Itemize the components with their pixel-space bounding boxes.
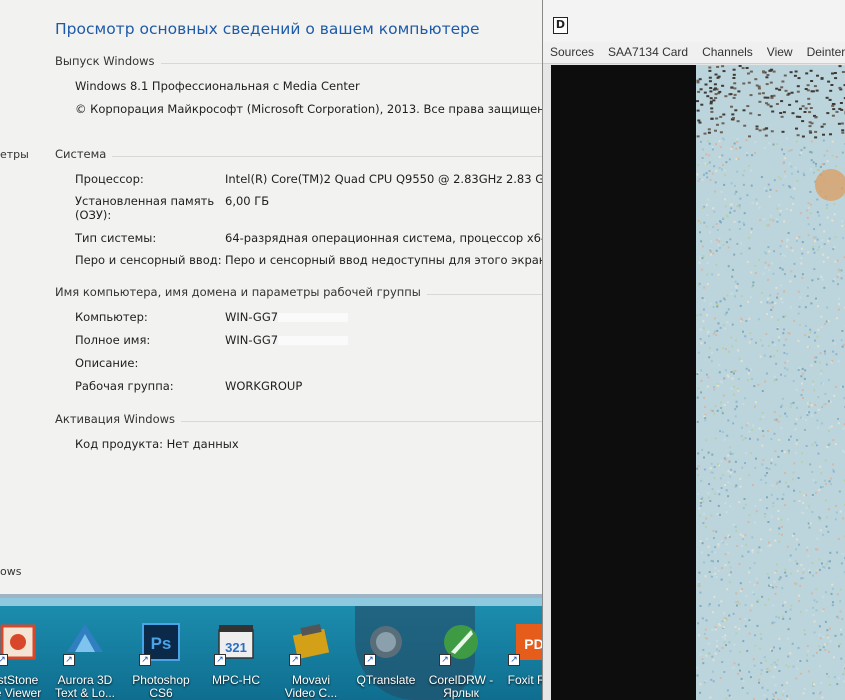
desktop-shortcut-mpc-hc[interactable]: 321 ↗ MPC-HC <box>198 622 274 700</box>
row-label: Компьютер: <box>75 310 148 324</box>
row-value: WIN-GG7 <box>225 333 349 347</box>
row-label: Установленная память (ОЗУ): <box>75 194 215 222</box>
mpc-hc-icon: 321 ↗ <box>214 622 256 666</box>
page-title: Просмотр основных сведений о вашем компь… <box>55 20 480 38</box>
svg-text:PD: PD <box>524 636 542 652</box>
desktop-shortcut-movavi[interactable]: ↗ Movavi Video C... <box>273 622 349 700</box>
section-title: Имя компьютера, имя домена и параметры р… <box>55 285 427 299</box>
row-label: Тип системы: <box>75 231 157 245</box>
row-label: Рабочая группа: <box>75 379 174 393</box>
video-noise <box>696 65 845 700</box>
movavi-icon: ↗ <box>289 622 331 666</box>
row-value: Intel(R) Core(TM)2 Quad CPU Q9550 @ 2.83… <box>225 172 542 186</box>
product-key-value: Нет данных <box>166 437 239 451</box>
shortcut-label: MPC-HC <box>212 673 260 687</box>
foxit-reader-icon: PD ↗ <box>508 622 542 666</box>
desktop-shortcut-photoshop[interactable]: Ps ↗ Photoshop CS6 <box>123 622 199 700</box>
desktop-highlight-strip <box>0 598 542 606</box>
title-bar[interactable]: D <box>543 0 845 42</box>
computer-name-section: Имя компьютера, имя домена и параметры р… <box>55 285 542 301</box>
desktop-shortcut-coreldraw[interactable]: ↗ CorelDRW - Ярлык <box>423 622 499 700</box>
system-section: Система <box>55 147 542 163</box>
row-value: Перо и сенсорный ввод недоступны для это… <box>225 253 542 267</box>
menu-view[interactable]: View <box>760 42 800 59</box>
app-icon[interactable]: D <box>553 17 568 34</box>
desktop-shortcut-foxit-reader[interactable]: PD ↗ Foxit Re <box>492 622 542 700</box>
svg-text:321: 321 <box>225 640 247 655</box>
menu-deinterlace[interactable]: Deinterlace <box>800 42 845 59</box>
shortcut-label: QTranslate <box>356 673 416 687</box>
copyright-text: © Корпорация Майкрософт (Microsoft Corpo… <box>75 102 542 116</box>
section-title: Система <box>55 147 113 161</box>
row-label: Полное имя: <box>75 333 151 347</box>
coreldraw-icon: ↗ <box>439 622 481 666</box>
section-title: Активация Windows <box>55 412 182 426</box>
row-value: 6,00 ГБ <box>225 194 270 208</box>
faststone-viewer-icon: ↗ <box>0 622 38 666</box>
section-divider <box>55 156 542 157</box>
menu-channels[interactable]: Channels <box>695 42 760 59</box>
svg-text:Ps: Ps <box>151 634 172 653</box>
shortcut-label-line2: CS6 <box>149 686 173 700</box>
row-value: WIN-GG7 <box>225 310 349 324</box>
desktop-area: ↗ stStone e Viewer ↗ Aurora 3D Text & Lo… <box>0 598 542 700</box>
tv-capture-window: D Sources SAA7134 Card Channels View Deinter… <box>542 0 845 700</box>
windows-edition-section: Выпуск Windows <box>55 54 542 70</box>
redacted-area <box>278 313 349 322</box>
redacted-area <box>278 336 349 345</box>
left-panel-fragment[interactable]: етры <box>0 148 29 161</box>
shortcut-label-line2: Text & Lo... <box>54 686 116 700</box>
row-value: 64-разрядная операционная система, проце… <box>225 231 542 245</box>
windows-edition-name: Windows 8.1 Профессиональная с Media Cen… <box>75 79 360 93</box>
shortcut-label-line2: Video C... <box>284 686 338 700</box>
activation-section: Активация Windows <box>55 412 542 428</box>
shortcut-label-line2: Ярлык <box>443 686 479 700</box>
video-display[interactable] <box>551 65 845 700</box>
photoshop-icon: Ps ↗ <box>139 622 181 666</box>
row-label: Перо и сенсорный ввод: <box>75 253 222 267</box>
menu-sources[interactable]: Sources <box>543 42 601 59</box>
product-key-row: Код продукта: Нет данных <box>75 437 239 451</box>
aurora-3d-icon: ↗ <box>63 622 105 666</box>
product-key-label: Код продукта: <box>75 437 163 451</box>
menu-bar: SourcesSAA7134 CardChannelsViewDeinterla… <box>543 42 845 64</box>
left-panel-fragment[interactable]: ows <box>0 565 21 578</box>
desktop-shortcut-aurora-3d[interactable]: ↗ Aurora 3D Text & Lo... <box>47 622 123 700</box>
row-value: WORKGROUP <box>225 379 303 393</box>
section-title: Выпуск Windows <box>55 54 161 68</box>
menu-saa7134-card[interactable]: SAA7134 Card <box>601 42 695 59</box>
qtranslate-icon: ↗ <box>364 622 406 666</box>
row-label: Описание: <box>75 356 139 370</box>
system-properties-window: Просмотр основных сведений о вашем компь… <box>0 0 542 598</box>
desktop-shortcut-qtranslate[interactable]: ↗ QTranslate <box>348 622 424 700</box>
row-label: Процессор: <box>75 172 144 186</box>
shortcut-label: Foxit Re <box>507 673 542 687</box>
